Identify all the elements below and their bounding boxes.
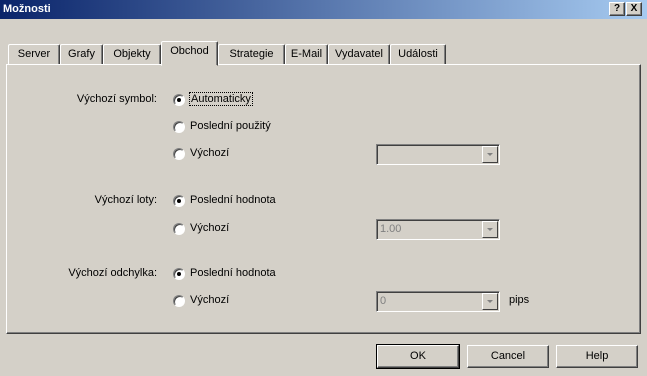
lots-last-value-label[interactable]: Poslední hodnota: [190, 194, 276, 206]
symbol-default-label[interactable]: Výchozí: [190, 147, 229, 159]
symbol-automatic-label[interactable]: Automaticky: [189, 92, 253, 106]
lots-default-label[interactable]: Výchozí: [190, 222, 229, 234]
help-title-button[interactable]: ?: [609, 2, 625, 16]
help-button[interactable]: Help: [556, 345, 638, 368]
symbol-last-used-radio[interactable]: [173, 121, 185, 133]
close-icon[interactable]: X: [626, 2, 642, 16]
tab-email[interactable]: E-Mail: [285, 44, 328, 64]
obchod-panel: Výchozí symbol: Automaticky Poslední pou…: [6, 64, 641, 334]
chevron-down-icon[interactable]: [482, 293, 498, 310]
symbol-automatic-radio[interactable]: [173, 94, 185, 106]
tab-strategie[interactable]: Strategie: [218, 44, 285, 64]
lots-combo-value: 1.00: [380, 223, 402, 235]
lots-last-value-radio[interactable]: [173, 195, 185, 207]
title-bar: Možnosti: [0, 0, 647, 19]
lots-combo[interactable]: 1.00: [376, 219, 500, 240]
default-symbol-label: Výchozí symbol:: [76, 93, 157, 105]
deviation-last-value-radio[interactable]: [173, 268, 185, 280]
tab-server[interactable]: Server: [8, 44, 60, 64]
deviation-last-value-label[interactable]: Poslední hodnota: [190, 267, 276, 279]
window-title: Možnosti: [3, 3, 51, 15]
lots-default-radio[interactable]: [173, 223, 185, 235]
deviation-combo-value: 0: [380, 295, 387, 307]
ok-button[interactable]: OK: [376, 344, 460, 369]
symbol-last-used-label[interactable]: Poslední použitý: [190, 120, 271, 132]
tab-udalosti[interactable]: Události: [390, 44, 446, 64]
deviation-default-label[interactable]: Výchozí: [190, 294, 229, 306]
default-deviation-label: Výchozí odchylka:: [68, 267, 157, 279]
pips-unit-label: pips: [509, 294, 530, 306]
tab-grafy[interactable]: Grafy: [60, 44, 103, 64]
symbol-default-radio[interactable]: [173, 148, 185, 160]
deviation-default-radio[interactable]: [173, 295, 185, 307]
symbol-combo[interactable]: [376, 144, 500, 165]
chevron-down-icon[interactable]: [482, 221, 498, 238]
tab-obchod[interactable]: Obchod: [161, 41, 218, 66]
deviation-combo[interactable]: 0: [376, 291, 500, 312]
tab-vydavatel[interactable]: Vydavatel: [328, 44, 390, 64]
tab-objekty[interactable]: Objekty: [103, 44, 161, 64]
chevron-down-icon[interactable]: [482, 146, 498, 163]
default-lots-label: Výchozí loty:: [94, 194, 157, 206]
cancel-button[interactable]: Cancel: [467, 345, 549, 368]
